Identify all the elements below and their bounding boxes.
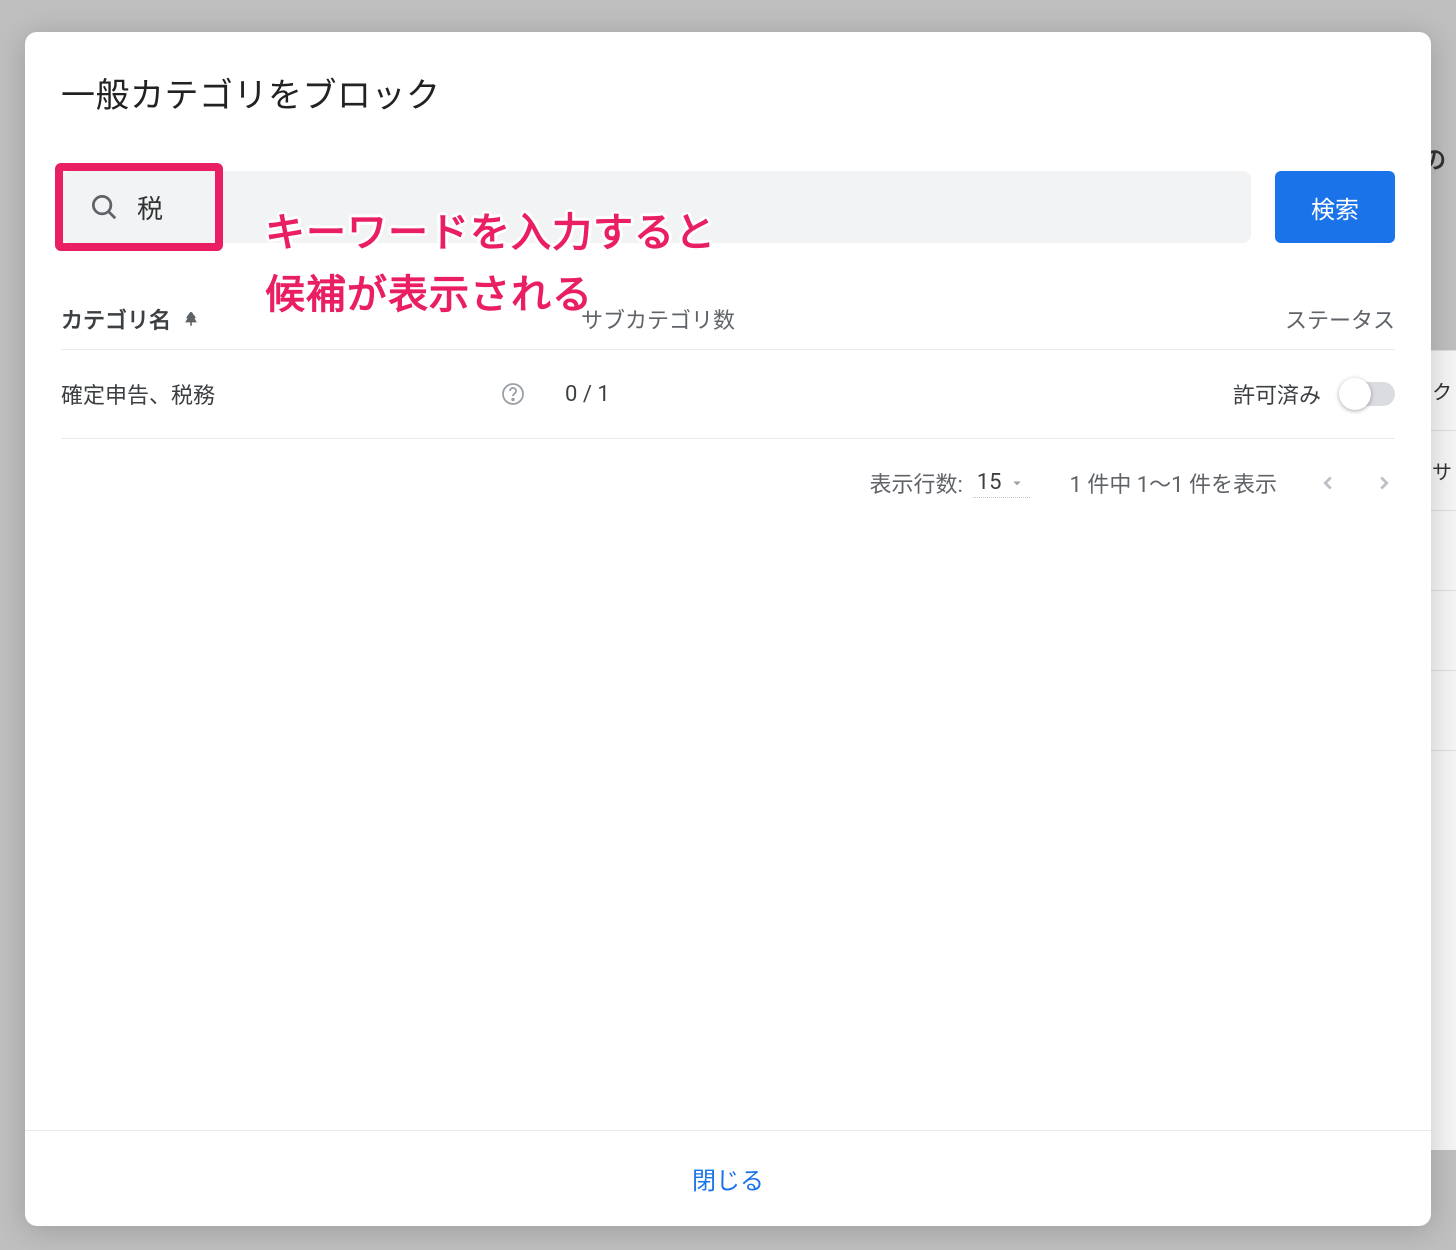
modal-footer: 閉じる xyxy=(25,1130,1431,1226)
pagination-nav xyxy=(1317,472,1395,494)
table-header: カテゴリ名 サブカテゴリ数 ステータス xyxy=(61,289,1395,349)
help-icon[interactable] xyxy=(501,382,525,406)
backdrop-frag-3 xyxy=(1430,510,1456,590)
backdrop-sidebar-fragment: ク サ xyxy=(1430,350,1456,1150)
column-header-category[interactable]: カテゴリ名 xyxy=(61,303,501,335)
rows-per-page: 表示行数: 15 xyxy=(869,467,1029,499)
chevron-down-icon xyxy=(1008,474,1026,492)
cell-category[interactable]: 確定申告、税務 xyxy=(61,378,501,410)
toggle-knob xyxy=(1339,378,1371,410)
column-header-subcategory[interactable]: サブカテゴリ数 xyxy=(501,303,1195,335)
search-button[interactable]: 検索 xyxy=(1275,171,1395,243)
cell-subcategory-count: 0 / 1 xyxy=(565,382,1135,407)
search-icon xyxy=(61,192,137,222)
cell-status: 許可済み xyxy=(1135,378,1395,410)
column-header-subcategory-label: サブカテゴリ数 xyxy=(581,309,735,334)
modal-title: 一般カテゴリをブロック xyxy=(61,68,1395,117)
search-input[interactable] xyxy=(137,171,1251,243)
column-header-category-label: カテゴリ名 xyxy=(61,303,171,335)
rows-per-page-select[interactable]: 15 xyxy=(973,468,1030,498)
status-label: 許可済み xyxy=(1233,378,1321,410)
column-header-status[interactable]: ステータス xyxy=(1195,303,1395,335)
rows-per-page-value: 15 xyxy=(977,470,1002,495)
pagination-range: 1 件中 1〜1 件を表示 xyxy=(1070,467,1277,499)
search-box[interactable] xyxy=(61,171,1251,243)
backdrop-frag-4 xyxy=(1430,590,1456,670)
cell-category-text: 確定申告、税務 xyxy=(61,378,215,410)
status-toggle[interactable] xyxy=(1341,382,1395,406)
block-category-modal: 一般カテゴリをブロック 検索 キーワードを入力すると 候補が表示される カテゴリ… xyxy=(25,32,1431,1226)
chevron-right-icon xyxy=(1373,472,1395,494)
backdrop-frag-2: サ xyxy=(1430,430,1456,510)
rows-per-page-label: 表示行数: xyxy=(869,467,962,499)
next-page-button[interactable] xyxy=(1373,472,1395,494)
pagination-bar: 表示行数: 15 1 件中 1〜1 件を表示 xyxy=(61,439,1395,527)
backdrop-frag-6 xyxy=(1430,750,1456,830)
close-button[interactable]: 閉じる xyxy=(692,1161,764,1196)
previous-page-button[interactable] xyxy=(1317,472,1339,494)
chevron-left-icon xyxy=(1317,472,1339,494)
search-row: 検索 xyxy=(61,171,1395,243)
backdrop-frag-1: ク xyxy=(1430,350,1456,430)
sort-ascending-icon xyxy=(181,309,201,329)
backdrop-frag-5 xyxy=(1430,670,1456,750)
table-row: 確定申告、税務 0 / 1 許可済み xyxy=(61,349,1395,439)
